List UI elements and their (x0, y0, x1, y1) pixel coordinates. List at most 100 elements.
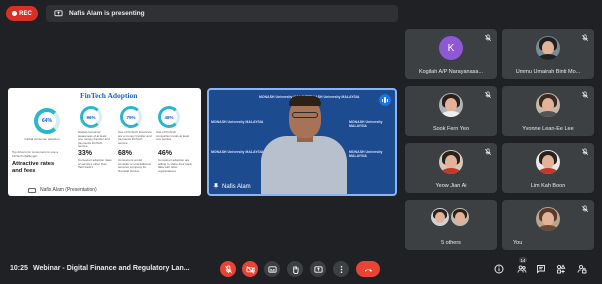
mic-button[interactable] (220, 261, 236, 277)
participant-name: Kogilah A/P Narayanasa... (418, 69, 484, 75)
participant-name: Ummu Umairah Binti Mo... (515, 69, 581, 75)
people-button[interactable] (516, 263, 528, 275)
rec-label: REC (19, 10, 32, 17)
avatar (536, 36, 560, 60)
participant-name: Sook Fern Yeo (432, 126, 470, 132)
more-options-button[interactable] (333, 261, 349, 277)
mic-off-icon (484, 34, 492, 42)
info-button[interactable] (493, 263, 505, 275)
avatar (536, 207, 560, 231)
host-controls-button[interactable] (576, 263, 588, 275)
presentation-icon (28, 187, 36, 193)
speaker-name: Nafis Alam (222, 184, 251, 190)
presenting-text: Nafis Alam is presenting (69, 10, 145, 17)
mic-off-icon (484, 148, 492, 156)
left-note: Top drivers for consumers to use a FinTe… (12, 150, 59, 158)
present-screen-icon (54, 9, 63, 18)
avatar (451, 208, 469, 226)
avatar: K (439, 36, 463, 60)
leave-call-button[interactable] (356, 261, 380, 277)
camera-off-icon (245, 265, 255, 274)
recording-badge[interactable]: REC (6, 6, 38, 21)
ring-3: 48% (158, 106, 180, 128)
avatar (439, 150, 463, 174)
main-percent-ring: 64% (34, 108, 60, 134)
meeting-title: Webinar - Digital Finance and Regulatory… (33, 265, 190, 272)
mic-off-icon (581, 91, 589, 99)
ring-2-value: 75% (126, 114, 136, 120)
more-vert-icon (340, 265, 342, 273)
chat-icon (537, 265, 545, 274)
brand-text-5: MONASH University MALAYSIA (211, 150, 264, 154)
participant-tile[interactable]: Ummu Umairah Binti Mo... (502, 29, 594, 79)
stat-2: 68% (118, 150, 133, 157)
clock: 10:25 (10, 265, 28, 272)
hang-up-icon (364, 268, 372, 272)
stat-3-caption: Consumer adoption are willing to share t… (158, 158, 192, 173)
others-label: 5 others (441, 240, 461, 246)
ring-1: 96% (80, 106, 102, 128)
stat-1-caption: Consumer adoption rates of services othe… (78, 158, 112, 170)
speaker-tile[interactable]: MONASH University MALAYSIA MONASH Univer… (207, 88, 397, 196)
presenting-banner: Nafis Alam is presenting (46, 5, 398, 22)
avatar (431, 208, 449, 226)
participant-tile[interactable]: Lim Kah Boon (502, 143, 594, 193)
info-icon (494, 264, 504, 274)
slide-title: FinTech Adoption (80, 91, 138, 100)
ring-2-caption: Use of FinTech insurance are a money tra… (118, 130, 152, 145)
mic-off-icon (581, 34, 589, 42)
pin-icon (213, 183, 219, 191)
speaking-indicator-icon (379, 94, 391, 106)
ring-3-caption: Use of FinTech comparison tools at least… (156, 130, 190, 142)
brand-text-6: MONASH University MALAYSIA (349, 150, 383, 158)
others-tile[interactable]: 5 others (405, 200, 497, 250)
presenter-label-text: Nafis Alam (Presentation) (40, 187, 97, 193)
participant-tile[interactable]: Yeow Jian Ai (405, 143, 497, 193)
brand-text-4: MONASH University MALAYSIA (349, 120, 383, 128)
stat-1: 33% (78, 150, 93, 157)
participant-name: Yeow Jian Ai (435, 183, 467, 189)
self-label: You (513, 240, 523, 246)
brand-text-3: MONASH University MALAYSIA (211, 120, 264, 124)
participant-tile[interactable]: Sook Fern Yeo (405, 86, 497, 136)
chat-button[interactable] (535, 263, 547, 275)
others-avatars (431, 208, 469, 226)
participant-tile[interactable]: K Kogilah A/P Narayanasa... (405, 29, 497, 79)
present-screen-icon (313, 265, 323, 273)
record-icon (12, 11, 18, 16)
activities-button[interactable] (555, 263, 567, 275)
avatar-initial: K (447, 42, 455, 54)
left-sub: Attractive rates and fees (12, 161, 55, 174)
mic-off-icon (224, 264, 232, 273)
mic-off-icon (581, 205, 589, 213)
participant-tile[interactable]: Yvonne Lean-Ee Lee (502, 86, 594, 136)
ring-1-value: 96% (86, 114, 96, 120)
avatar (439, 93, 463, 117)
shared-screen[interactable]: FinTech Adoption 64% Global consumer ado… (8, 88, 201, 196)
camera-button[interactable] (242, 261, 258, 277)
speaker-name-label: Nafis Alam (213, 183, 251, 191)
ring-1-caption: Global consumer awareness of at least on… (78, 130, 110, 149)
self-tile[interactable]: You (502, 200, 594, 250)
lock-person-icon (577, 264, 587, 274)
main-caption: Global consumer adoption (24, 137, 60, 141)
people-icon (517, 265, 527, 273)
captions-icon (267, 265, 277, 273)
avatar (536, 93, 560, 117)
main-percent: 64% (41, 118, 52, 124)
activities-icon (556, 264, 566, 274)
stat-2-caption: Consumers would consider a nontraditiona… (118, 158, 151, 173)
mic-off-icon (581, 148, 589, 156)
present-button[interactable] (310, 261, 326, 277)
mic-off-icon (484, 91, 492, 99)
ring-3-value: 48% (164, 114, 174, 120)
presenter-label: Nafis Alam (Presentation) (28, 187, 97, 193)
captions-button[interactable] (264, 261, 280, 277)
speaker-video (261, 96, 347, 194)
avatar (536, 150, 560, 174)
raise-hand-button[interactable] (287, 261, 303, 277)
participant-name: Lim Kah Boon (530, 183, 566, 189)
hand-icon (292, 265, 298, 274)
stat-3: 46% (158, 150, 173, 157)
ring-2: 75% (120, 106, 142, 128)
